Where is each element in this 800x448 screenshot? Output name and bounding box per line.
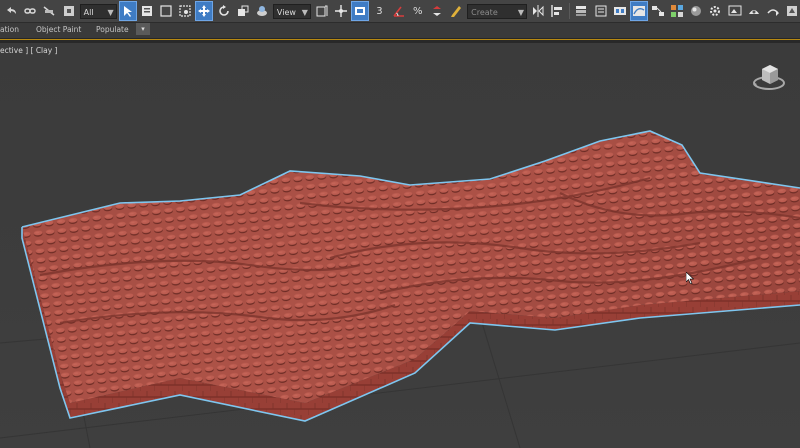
undo-icon: [7, 7, 17, 14]
select-and-rotate-button[interactable]: [215, 2, 231, 20]
material-editor-icon: [671, 5, 684, 17]
mirror-button[interactable]: [530, 2, 546, 20]
3ds-max-window: All ▼ View ▼ 3 % Create ▼ ation Object P…: [0, 0, 800, 448]
ribbon-minimize-toggle[interactable]: ▾: [136, 23, 150, 35]
toggle-ribbon-button[interactable]: [612, 2, 628, 20]
select-and-move-button[interactable]: [195, 1, 214, 21]
render-iterative-button[interactable]: [765, 2, 781, 20]
link-icon: [24, 8, 36, 14]
render-production-icon: [748, 10, 759, 14]
window-crossing-button[interactable]: [177, 2, 193, 20]
material-browser-button[interactable]: [688, 2, 704, 20]
curve-editor-button[interactable]: [629, 1, 648, 21]
render-cloud-icon: [787, 6, 798, 16]
spinner-snap-button[interactable]: [429, 2, 445, 20]
render-setup-icon: [710, 6, 721, 16]
percent-snap-icon: %: [413, 5, 423, 17]
use-pivot-center-button[interactable]: [314, 2, 330, 20]
ribbon-tab-populate[interactable]: Populate: [96, 25, 129, 34]
keyboard-shortcut-override-button[interactable]: [351, 1, 370, 21]
render-iterative-icon: [767, 9, 779, 16]
undo-button[interactable]: [3, 2, 19, 20]
render-setup-button[interactable]: [707, 2, 723, 20]
schematic-view-button[interactable]: [650, 2, 666, 20]
percent-snap-button[interactable]: %: [410, 2, 426, 20]
rectangular-selection-region-icon: [160, 5, 172, 17]
reference-coordinate-dropdown[interactable]: View ▼: [272, 3, 311, 19]
mirror-icon: [533, 5, 544, 17]
link-button[interactable]: [22, 2, 38, 20]
unlink-button[interactable]: [41, 2, 57, 20]
select-by-name-button[interactable]: [139, 2, 155, 20]
render-in-cloud-button[interactable]: [784, 2, 800, 20]
viewport-scene: [0, 130, 800, 448]
curve-editor-icon: [632, 6, 645, 16]
main-toolbar: All ▼ View ▼ 3 % Create ▼: [0, 0, 800, 47]
use-pivot-center-icon: [316, 5, 328, 17]
viewport-label[interactable]: ective ] [ Clay ]: [0, 46, 57, 55]
ribbon-tab-object-paint[interactable]: Object Paint: [36, 25, 81, 34]
bind-space-warp-icon: [63, 6, 74, 16]
select-and-move-icon: [198, 5, 211, 17]
select-and-scale-icon: [237, 5, 249, 16]
edit-named-selection-button[interactable]: [448, 2, 464, 20]
snaps-toggle-button[interactable]: 3: [371, 2, 387, 20]
toolbar-separator: [569, 3, 571, 19]
select-by-name-icon: [141, 6, 152, 16]
snaps-toggle-icon: 3: [376, 5, 383, 17]
rendered-frame-window-button[interactable]: [727, 2, 743, 20]
rendered-frame-window-icon: [728, 5, 742, 16]
edit-named-selection-icon: [451, 6, 462, 17]
rectangular-selection-button[interactable]: [158, 2, 174, 20]
keyboard-shortcut-override-icon: [355, 7, 366, 15]
toggle-ribbon-icon: [613, 7, 626, 15]
spinner-snap-icon: [432, 6, 441, 16]
named-selection-set-dropdown[interactable]: Create Selection Se▼: [467, 3, 528, 47]
lego-brick-terrain-object[interactable]: [21, 130, 800, 422]
select-and-rotate-icon: [218, 5, 229, 16]
schematic-view-icon: [651, 6, 664, 16]
layer-explorer-icon: [576, 6, 587, 16]
select-object-icon: [123, 6, 132, 17]
align-button[interactable]: [549, 2, 565, 20]
select-and-manipulate-button[interactable]: [333, 2, 349, 20]
render-production-button[interactable]: [746, 2, 762, 20]
selection-filter-dropdown[interactable]: All ▼: [79, 3, 117, 19]
material-browser-icon: [691, 6, 702, 16]
select-and-scale-button[interactable]: [235, 2, 251, 20]
ribbon-tab-bar: ation Object Paint Populate ▾: [0, 23, 800, 39]
perspective-viewport[interactable]: ective ] [ Clay ]: [0, 43, 800, 448]
select-and-place-icon: [256, 6, 267, 16]
select-and-manipulate-icon: [335, 5, 348, 17]
scene-explorer-button[interactable]: [592, 2, 608, 20]
layer-explorer-button[interactable]: [573, 2, 589, 20]
ribbon-tab-animation[interactable]: ation: [0, 25, 19, 34]
window-crossing-icon: [179, 5, 191, 17]
select-object-button[interactable]: [118, 1, 137, 21]
scene-explorer-icon: [595, 5, 607, 17]
viewcube-icon[interactable]: [752, 61, 786, 93]
material-editor-button[interactable]: [669, 2, 685, 20]
align-icon: [551, 5, 563, 17]
mouse-pointer-icon: [686, 272, 694, 284]
angle-snap-icon: [392, 6, 404, 17]
select-and-place-button[interactable]: [254, 2, 270, 20]
unlink-icon: [43, 6, 55, 16]
bind-space-warp-button[interactable]: [60, 2, 76, 20]
angle-snap-button[interactable]: [391, 2, 407, 20]
